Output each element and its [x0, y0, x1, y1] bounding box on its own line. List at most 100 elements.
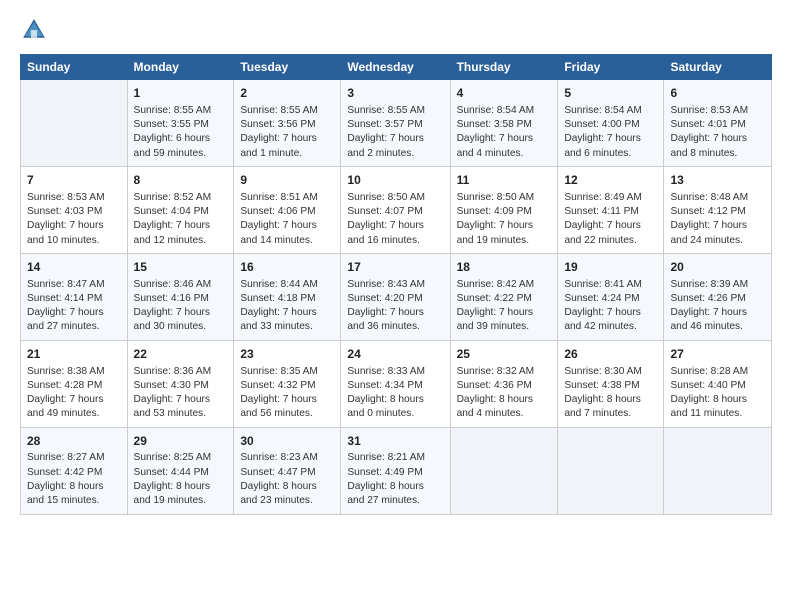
calendar-cell: [664, 427, 772, 514]
day-number: 28: [27, 433, 121, 450]
day-info: Sunrise: 8:36 AMSunset: 4:30 PMDaylight:…: [134, 365, 228, 422]
day-number: 17: [347, 259, 443, 276]
calendar-cell: 19 Sunrise: 8:41 AMSunset: 4:24 PMDayligh…: [558, 253, 664, 340]
day-info: Sunrise: 8:23 AMSunset: 4:47 PMDaylight:…: [240, 451, 334, 508]
day-info: Sunrise: 8:44 AMSunset: 4:18 PMDaylight:…: [240, 278, 334, 335]
day-number: 31: [347, 433, 443, 450]
day-info: Sunrise: 8:50 AMSunset: 4:07 PMDaylight:…: [347, 191, 443, 248]
day-info: Sunrise: 8:33 AMSunset: 4:34 PMDaylight:…: [347, 365, 443, 422]
day-info: Sunrise: 8:50 AMSunset: 4:09 PMDaylight:…: [457, 191, 552, 248]
day-number: 18: [457, 259, 552, 276]
calendar-cell: [21, 80, 128, 167]
day-info: Sunrise: 8:49 AMSunset: 4:11 PMDaylight:…: [564, 191, 657, 248]
col-header-wednesday: Wednesday: [341, 55, 450, 80]
calendar-cell: 18 Sunrise: 8:42 AMSunset: 4:22 PMDayligh…: [450, 253, 558, 340]
day-number: 3: [347, 85, 443, 102]
day-info: Sunrise: 8:27 AMSunset: 4:42 PMDaylight:…: [27, 451, 121, 508]
calendar-cell: 3 Sunrise: 8:55 AMSunset: 3:57 PMDaylight…: [341, 80, 450, 167]
calendar-cell: 17 Sunrise: 8:43 AMSunset: 4:20 PMDayligh…: [341, 253, 450, 340]
col-header-tuesday: Tuesday: [234, 55, 341, 80]
calendar-cell: 26 Sunrise: 8:30 AMSunset: 4:38 PMDayligh…: [558, 340, 664, 427]
calendar-cell: 20 Sunrise: 8:39 AMSunset: 4:26 PMDayligh…: [664, 253, 772, 340]
day-info: Sunrise: 8:38 AMSunset: 4:28 PMDaylight:…: [27, 365, 121, 422]
calendar-table: SundayMondayTuesdayWednesdayThursdayFrid…: [20, 54, 772, 515]
calendar-cell: 10 Sunrise: 8:50 AMSunset: 4:07 PMDayligh…: [341, 166, 450, 253]
calendar-cell: 2 Sunrise: 8:55 AMSunset: 3:56 PMDaylight…: [234, 80, 341, 167]
day-number: 27: [670, 346, 765, 363]
calendar-cell: 31Sunrise: 8:21 AMSunset: 4:49 PMDayligh…: [341, 427, 450, 514]
day-info: Sunrise: 8:30 AMSunset: 4:38 PMDaylight:…: [564, 365, 657, 422]
calendar-cell: 16 Sunrise: 8:44 AMSunset: 4:18 PMDayligh…: [234, 253, 341, 340]
day-info: Sunrise: 8:55 AMSunset: 3:56 PMDaylight:…: [240, 104, 334, 161]
day-number: 13: [670, 172, 765, 189]
calendar-row-5: 28Sunrise: 8:27 AMSunset: 4:42 PMDayligh…: [21, 427, 772, 514]
calendar-row-3: 14 Sunrise: 8:47 AMSunset: 4:14 PMDayligh…: [21, 253, 772, 340]
day-info: Sunrise: 8:21 AMSunset: 4:49 PMDaylight:…: [347, 451, 443, 508]
calendar-cell: 24 Sunrise: 8:33 AMSunset: 4:34 PMDayligh…: [341, 340, 450, 427]
calendar-cell: 9Sunrise: 8:51 AMSunset: 4:06 PMDaylight…: [234, 166, 341, 253]
day-number: 5: [564, 85, 657, 102]
day-number: 16: [240, 259, 334, 276]
day-info: Sunrise: 8:42 AMSunset: 4:22 PMDaylight:…: [457, 278, 552, 335]
col-header-saturday: Saturday: [664, 55, 772, 80]
day-info: Sunrise: 8:55 AMSunset: 3:57 PMDaylight:…: [347, 104, 443, 161]
calendar-cell: 14 Sunrise: 8:47 AMSunset: 4:14 PMDayligh…: [21, 253, 128, 340]
day-info: Sunrise: 8:48 AMSunset: 4:12 PMDaylight:…: [670, 191, 765, 248]
calendar-cell: 30Sunrise: 8:23 AMSunset: 4:47 PMDayligh…: [234, 427, 341, 514]
page: SundayMondayTuesdayWednesdayThursdayFrid…: [0, 0, 792, 612]
day-number: 23: [240, 346, 334, 363]
day-info: Sunrise: 8:28 AMSunset: 4:40 PMDaylight:…: [670, 365, 765, 422]
day-number: 14: [27, 259, 121, 276]
calendar-cell: 15Sunrise: 8:46 AMSunset: 4:16 PMDayligh…: [127, 253, 234, 340]
day-number: 6: [670, 85, 765, 102]
day-number: 19: [564, 259, 657, 276]
logo-icon: [20, 16, 48, 44]
col-header-monday: Monday: [127, 55, 234, 80]
day-number: 8: [134, 172, 228, 189]
calendar-cell: 4 Sunrise: 8:54 AMSunset: 3:58 PMDaylight…: [450, 80, 558, 167]
day-info: Sunrise: 8:25 AMSunset: 4:44 PMDaylight:…: [134, 451, 228, 508]
day-number: 26: [564, 346, 657, 363]
day-number: 22: [134, 346, 228, 363]
day-number: 29: [134, 433, 228, 450]
day-info: Sunrise: 8:43 AMSunset: 4:20 PMDaylight:…: [347, 278, 443, 335]
day-number: 10: [347, 172, 443, 189]
calendar-row-2: 7 Sunrise: 8:53 AMSunset: 4:03 PMDaylight…: [21, 166, 772, 253]
day-info: Sunrise: 8:51 AMSunset: 4:06 PMDaylight:…: [240, 191, 334, 248]
day-number: 21: [27, 346, 121, 363]
calendar-row-4: 21 Sunrise: 8:38 AMSunset: 4:28 PMDayligh…: [21, 340, 772, 427]
calendar-cell: 21 Sunrise: 8:38 AMSunset: 4:28 PMDayligh…: [21, 340, 128, 427]
calendar-cell: 1Sunrise: 8:55 AMSunset: 3:55 PMDaylight…: [127, 80, 234, 167]
day-number: 24: [347, 346, 443, 363]
calendar-cell: [450, 427, 558, 514]
logo: [20, 16, 52, 44]
day-number: 4: [457, 85, 552, 102]
calendar-cell: 29Sunrise: 8:25 AMSunset: 4:44 PMDayligh…: [127, 427, 234, 514]
calendar-cell: 8Sunrise: 8:52 AMSunset: 4:04 PMDaylight…: [127, 166, 234, 253]
day-info: Sunrise: 8:47 AMSunset: 4:14 PMDaylight:…: [27, 278, 121, 335]
day-number: 15: [134, 259, 228, 276]
day-info: Sunrise: 8:53 AMSunset: 4:01 PMDaylight:…: [670, 104, 765, 161]
calendar-cell: 13 Sunrise: 8:48 AMSunset: 4:12 PMDayligh…: [664, 166, 772, 253]
calendar-cell: 11Sunrise: 8:50 AMSunset: 4:09 PMDayligh…: [450, 166, 558, 253]
day-number: 12: [564, 172, 657, 189]
day-info: Sunrise: 8:53 AMSunset: 4:03 PMDaylight:…: [27, 191, 121, 248]
day-number: 7: [27, 172, 121, 189]
day-info: Sunrise: 8:39 AMSunset: 4:26 PMDaylight:…: [670, 278, 765, 335]
header: [20, 16, 772, 44]
calendar-cell: 22 Sunrise: 8:36 AMSunset: 4:30 PMDayligh…: [127, 340, 234, 427]
calendar-cell: [558, 427, 664, 514]
day-info: Sunrise: 8:41 AMSunset: 4:24 PMDaylight:…: [564, 278, 657, 335]
calendar-row-1: 1Sunrise: 8:55 AMSunset: 3:55 PMDaylight…: [21, 80, 772, 167]
day-number: 20: [670, 259, 765, 276]
col-header-friday: Friday: [558, 55, 664, 80]
day-info: Sunrise: 8:54 AMSunset: 3:58 PMDaylight:…: [457, 104, 552, 161]
day-info: Sunrise: 8:55 AMSunset: 3:55 PMDaylight:…: [134, 104, 228, 161]
calendar-cell: 12 Sunrise: 8:49 AMSunset: 4:11 PMDayligh…: [558, 166, 664, 253]
calendar-cell: 28Sunrise: 8:27 AMSunset: 4:42 PMDayligh…: [21, 427, 128, 514]
day-info: Sunrise: 8:32 AMSunset: 4:36 PMDaylight:…: [457, 365, 552, 422]
calendar-cell: 6 Sunrise: 8:53 AMSunset: 4:01 PMDaylight…: [664, 80, 772, 167]
day-number: 2: [240, 85, 334, 102]
day-info: Sunrise: 8:54 AMSunset: 4:00 PMDaylight:…: [564, 104, 657, 161]
day-info: Sunrise: 8:35 AMSunset: 4:32 PMDaylight:…: [240, 365, 334, 422]
